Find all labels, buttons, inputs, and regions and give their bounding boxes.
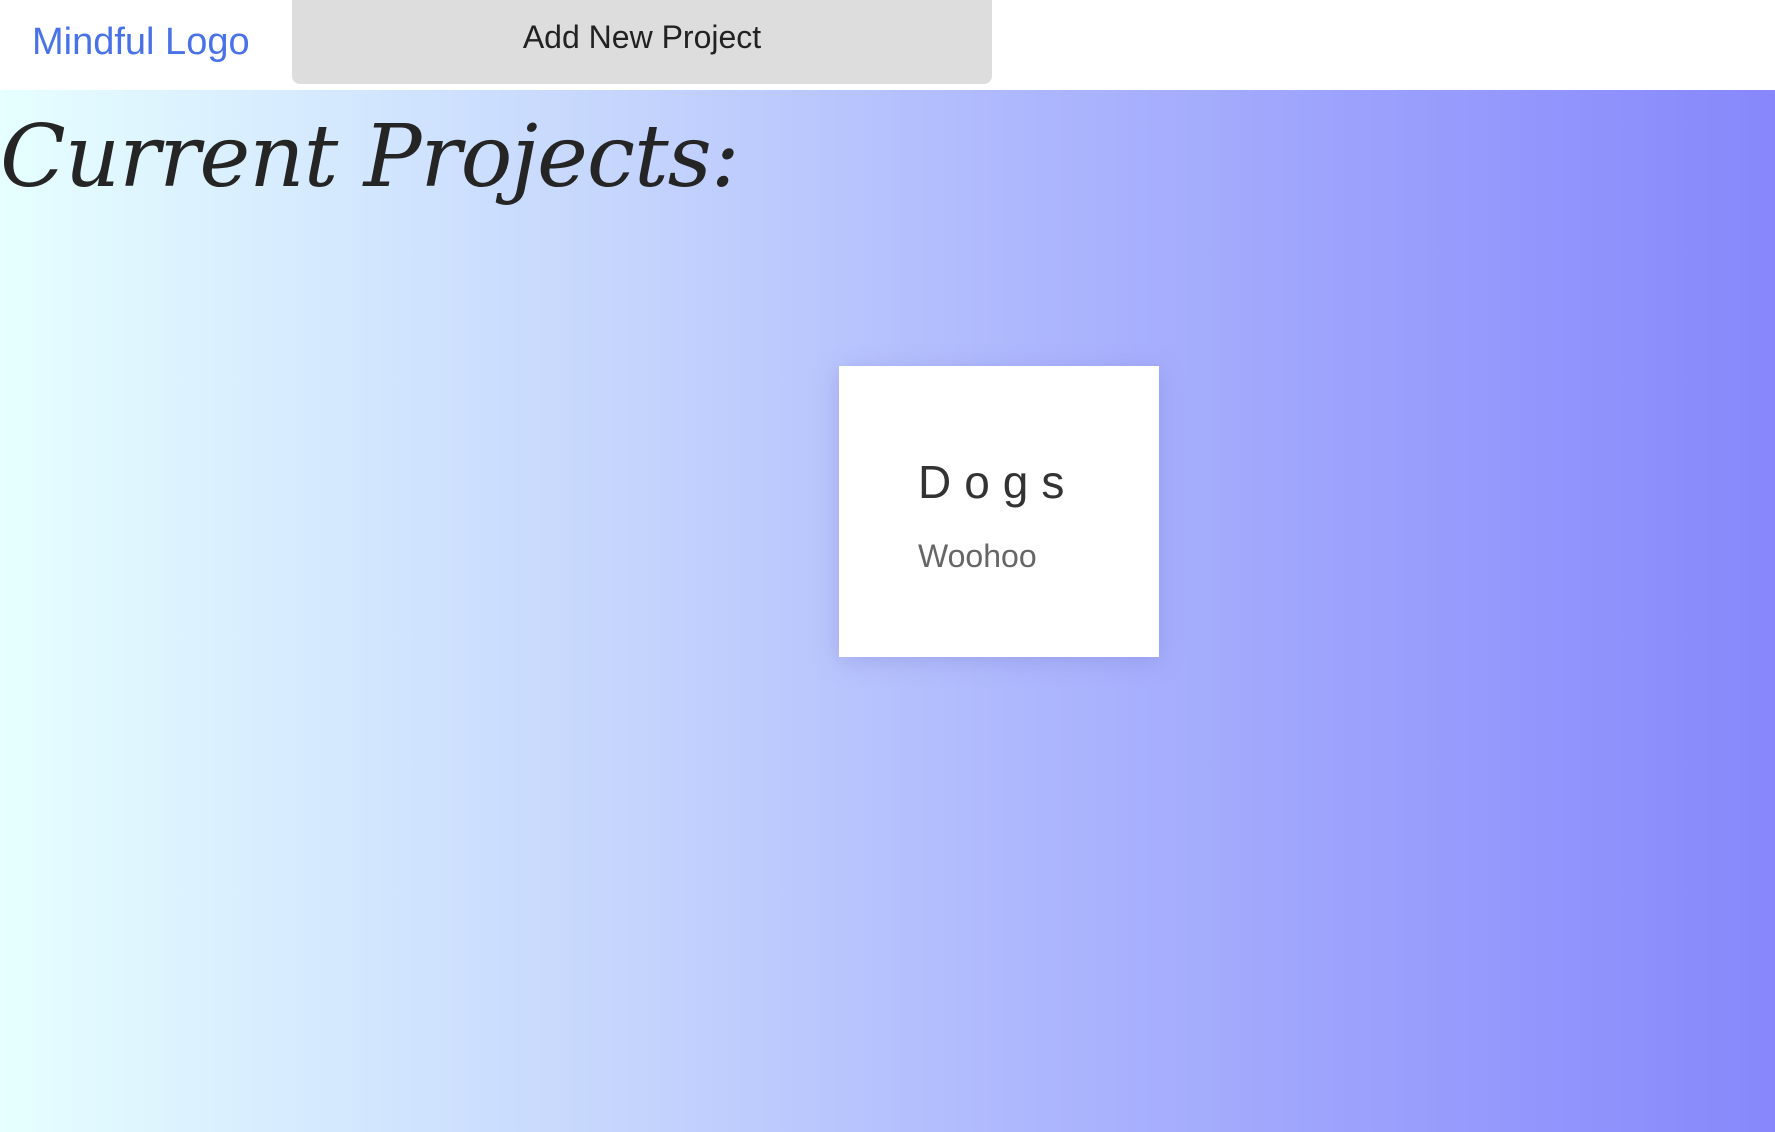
projects-main-area: Current Projects: Dogs Woohoo xyxy=(0,90,1775,1132)
project-card-dogs[interactable]: Dogs Woohoo xyxy=(839,366,1159,657)
add-new-project-button[interactable]: Add New Project xyxy=(292,0,992,84)
top-navigation-bar: Mindful Logo Add New Project xyxy=(0,0,1775,90)
page-title: Current Projects: xyxy=(0,107,740,207)
mindful-logo-link[interactable]: Mindful Logo xyxy=(32,20,250,64)
project-card-description: Woohoo xyxy=(918,538,1037,574)
project-card-title: Dogs xyxy=(918,456,1078,508)
